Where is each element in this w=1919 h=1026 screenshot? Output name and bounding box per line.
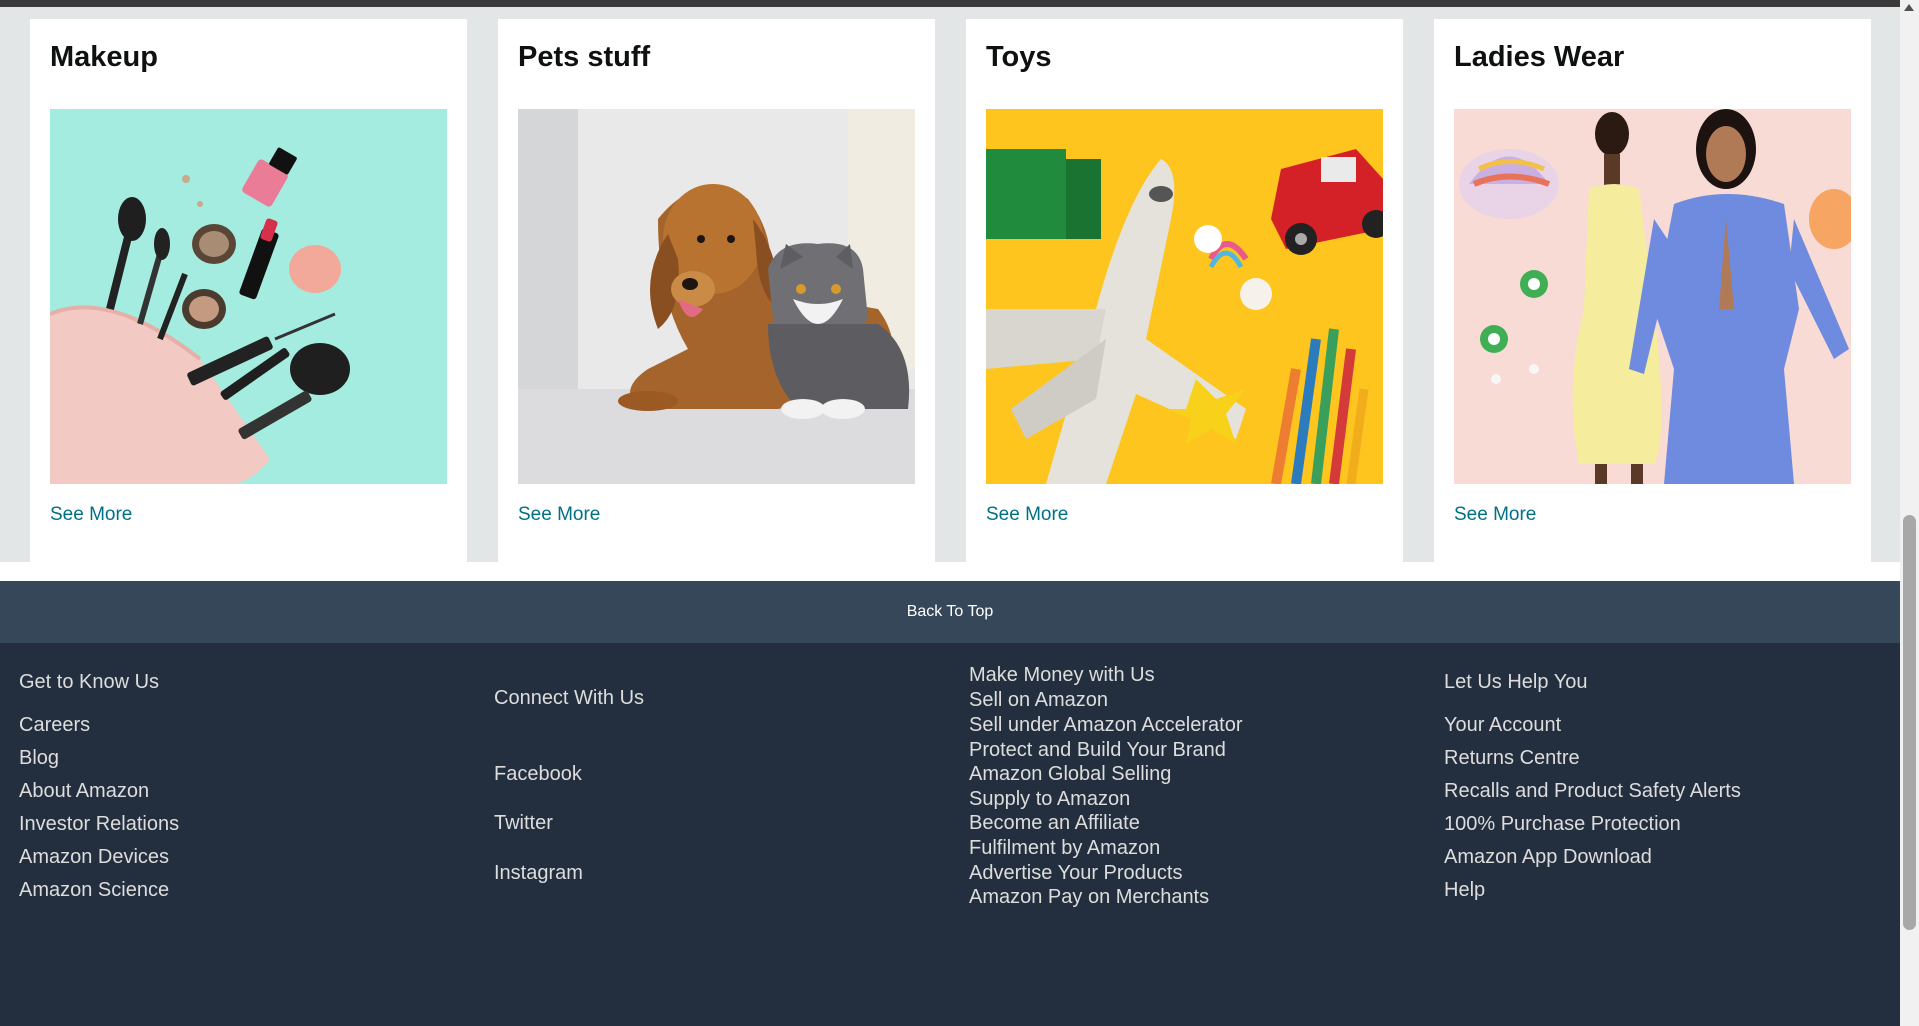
card-title: Toys: [986, 41, 1052, 73]
category-card-toys: Toys See More: [966, 19, 1403, 562]
footer-link-about-amazon[interactable]: About Amazon: [19, 780, 149, 803]
footer-link-twitter[interactable]: Twitter: [494, 812, 553, 835]
footer-link-amazon-pay[interactable]: Amazon Pay on Merchants: [969, 886, 1209, 909]
scrollbar-thumb[interactable]: [1903, 515, 1916, 930]
footer-link-instagram[interactable]: Instagram: [494, 862, 583, 885]
see-more-link[interactable]: See More: [518, 504, 600, 526]
footer-link-protect-brand[interactable]: Protect and Build Your Brand: [969, 739, 1226, 762]
see-more-link[interactable]: See More: [986, 504, 1068, 526]
footer-link-careers[interactable]: Careers: [19, 714, 90, 737]
browser-top-edge: [0, 0, 1900, 7]
footer-link-amazon-devices[interactable]: Amazon Devices: [19, 846, 169, 869]
footer-heading: Get to Know Us: [19, 671, 160, 693]
card-title: Makeup: [50, 41, 158, 73]
footer-link-returns-centre[interactable]: Returns Centre: [1444, 747, 1580, 770]
footer-heading: Connect With Us: [494, 687, 645, 709]
footer-link-purchase-protection[interactable]: 100% Purchase Protection: [1444, 813, 1681, 836]
footer-link-blog[interactable]: Blog: [19, 747, 59, 770]
see-more-link[interactable]: See More: [1454, 504, 1536, 526]
footer-col-get-to-know-us: Get to Know Us Careers Blog About Amazon…: [19, 671, 179, 901]
makeup-image[interactable]: [50, 109, 447, 484]
footer-col-make-money: Make Money with Us Sell on Amazon Sell u…: [969, 664, 1243, 908]
category-cards-section: Makeup See More Pets stuff See More Toys…: [0, 7, 1900, 563]
see-more-link[interactable]: See More: [50, 504, 132, 526]
footer-link-facebook[interactable]: Facebook: [494, 763, 582, 786]
footer-link-fulfilment[interactable]: Fulfilment by Amazon: [969, 837, 1160, 860]
category-card-ladies-wear: Ladies Wear See More: [1434, 19, 1871, 562]
back-to-top-button[interactable]: Back To Top: [0, 581, 1900, 643]
footer-link-advertise[interactable]: Advertise Your Products: [969, 862, 1182, 885]
footer-link-help[interactable]: Help: [1444, 879, 1485, 902]
pets-image[interactable]: [518, 109, 915, 484]
footer-col-let-us-help-you: Let Us Help You Your Account Returns Cen…: [1444, 671, 1741, 901]
footer-link-amazon-accelerator[interactable]: Sell under Amazon Accelerator: [969, 714, 1243, 737]
footer-link-global-selling[interactable]: Amazon Global Selling: [969, 763, 1171, 786]
ladies-wear-image[interactable]: [1454, 109, 1851, 484]
footer-link-app-download[interactable]: Amazon App Download: [1444, 846, 1652, 869]
footer-link-amazon-science[interactable]: Amazon Science: [19, 879, 169, 902]
footer-link-your-account[interactable]: Your Account: [1444, 714, 1561, 737]
footer-link-sell-on-amazon[interactable]: Sell on Amazon: [969, 689, 1108, 712]
site-footer: Get to Know Us Careers Blog About Amazon…: [0, 643, 1900, 1026]
vertical-scrollbar[interactable]: [1900, 0, 1919, 1026]
scroll-up-arrow-icon[interactable]: [1904, 4, 1914, 11]
toys-image[interactable]: [986, 109, 1383, 484]
section-divider: [0, 562, 1900, 581]
footer-link-become-affiliate[interactable]: Become an Affiliate: [969, 812, 1140, 835]
footer-col-connect-with-us: Connect With Us Facebook Twitter Instagr…: [494, 687, 645, 884]
category-card-makeup: Makeup See More: [30, 19, 467, 562]
card-title: Pets stuff: [518, 41, 651, 73]
footer-link-investor-relations[interactable]: Investor Relations: [19, 813, 179, 836]
card-title: Ladies Wear: [1454, 41, 1625, 73]
footer-link-recalls[interactable]: Recalls and Product Safety Alerts: [1444, 780, 1741, 803]
category-card-pets: Pets stuff See More: [498, 19, 935, 562]
footer-link-supply-to-amazon[interactable]: Supply to Amazon: [969, 788, 1130, 811]
footer-heading: Make Money with Us: [969, 664, 1155, 686]
footer-heading: Let Us Help You: [1444, 671, 1588, 693]
